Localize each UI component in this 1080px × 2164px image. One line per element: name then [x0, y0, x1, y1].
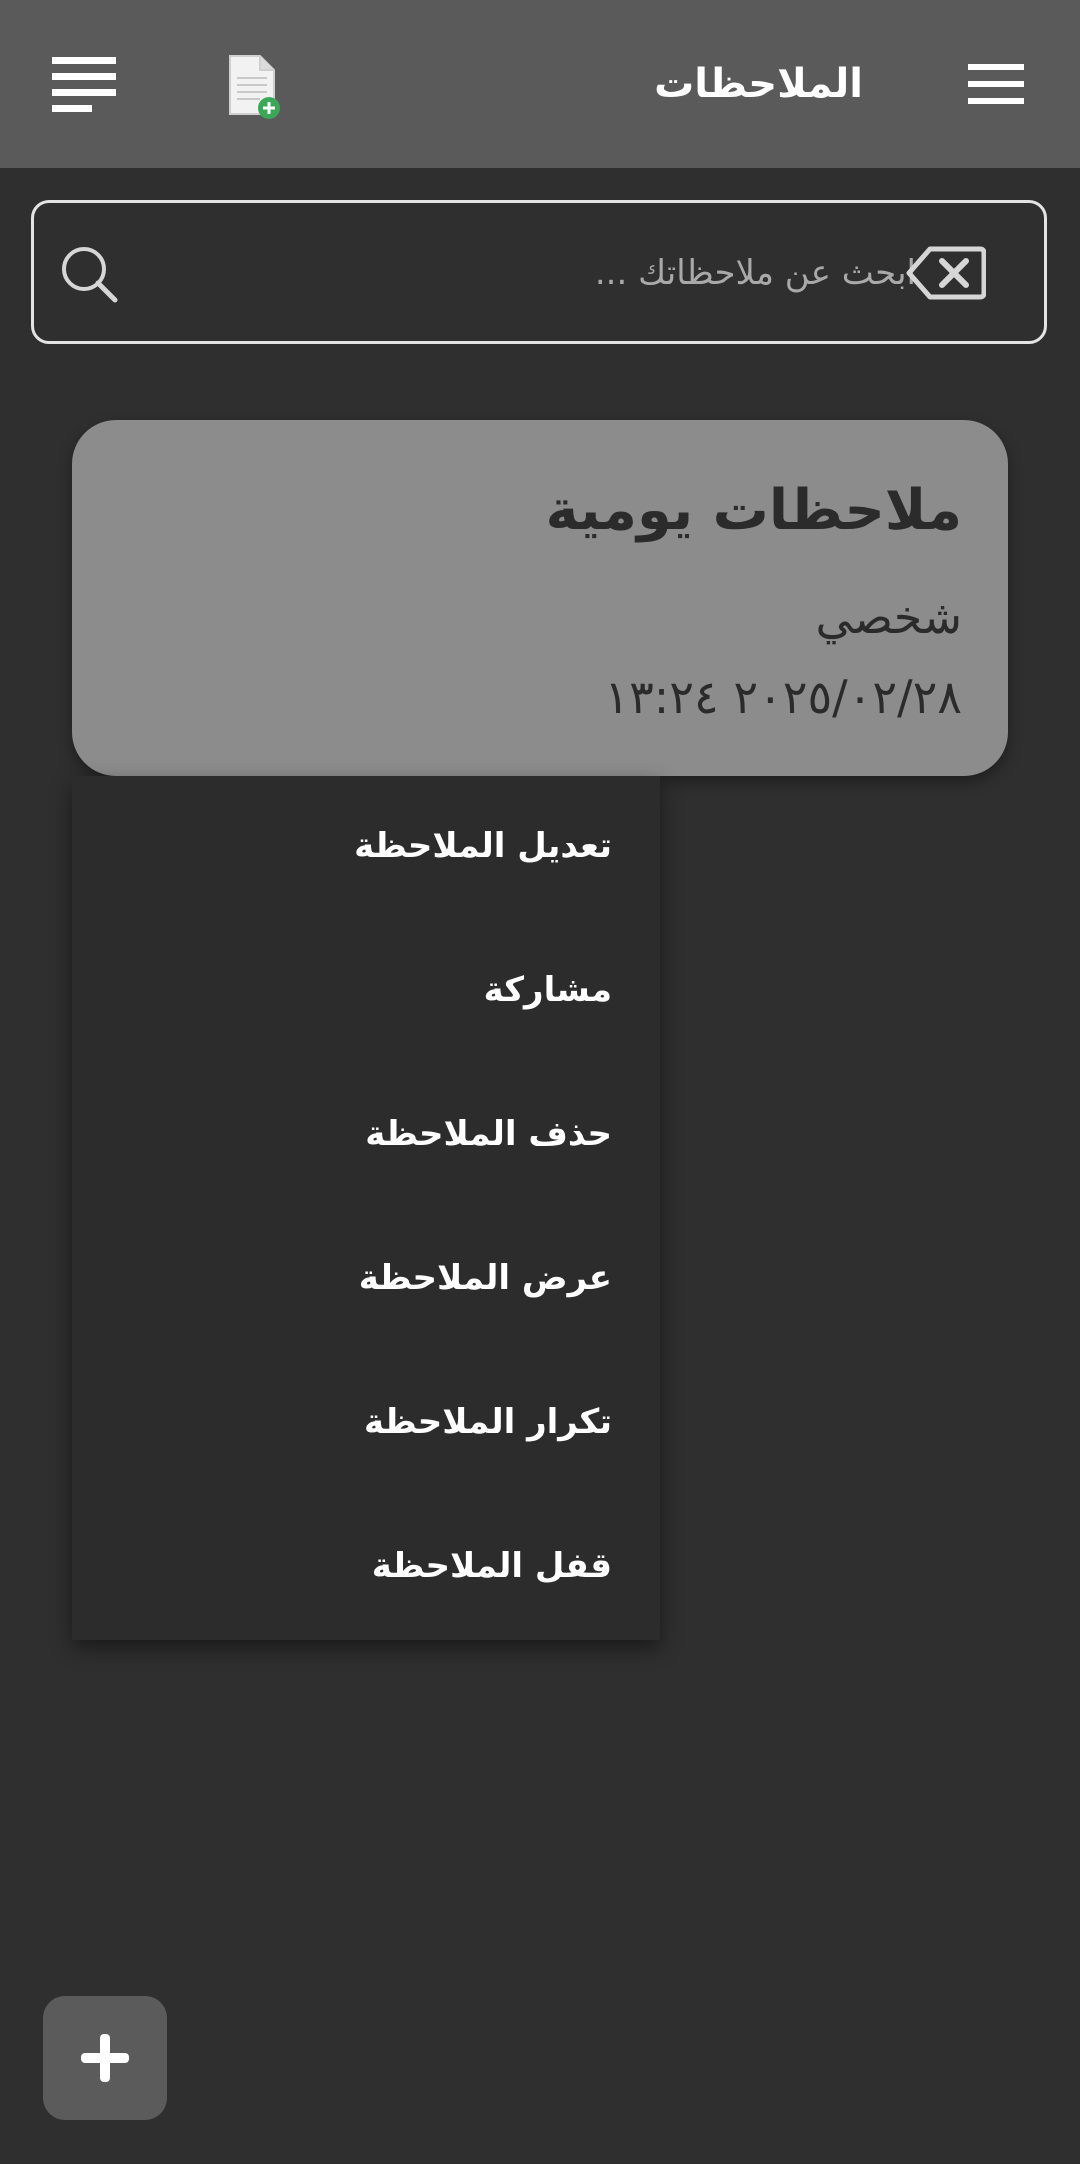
search-box [31, 200, 1047, 344]
new-note-icon[interactable] [226, 54, 284, 120]
menu-item-lock-note[interactable]: قفل الملاحظة [92, 1526, 612, 1606]
search-input[interactable] [144, 239, 918, 307]
menu-item-share[interactable]: مشاركة [92, 950, 612, 1030]
note-datetime: ٢٠٢٥/٠٢/٢٨ ١٣:٢٤ [604, 670, 962, 724]
page-title: الملاحظات [654, 61, 863, 107]
sort-icon[interactable] [52, 57, 116, 113]
note-card[interactable]: ملاحظات يومية شخصي ٢٠٢٥/٠٢/٢٨ ١٣:٢٤ [72, 420, 1008, 776]
menu-item-duplicate-note[interactable]: تكرار الملاحظة [92, 1382, 612, 1462]
menu-item-edit-note[interactable]: تعديل الملاحظة [92, 806, 612, 886]
app-bar: الملاحظات [0, 0, 1080, 168]
menu-item-delete-note[interactable]: حذف الملاحظة [92, 1094, 612, 1174]
add-note-button[interactable] [43, 1996, 167, 2120]
plus-icon-vertical [100, 2034, 110, 2082]
clear-input-icon[interactable] [906, 245, 987, 301]
menu-icon[interactable] [968, 64, 1024, 104]
notes-screen: الملاحظات ابحث عن ملاحظاتك ... ملاحظات ي… [0, 0, 1080, 2164]
note-title: ملاحظات يومية [545, 478, 962, 543]
note-category: شخصي [815, 590, 962, 644]
note-context-menu: تعديل الملاحظة مشاركة حذف الملاحظة عرض ا… [72, 776, 660, 1640]
menu-item-view-note[interactable]: عرض الملاحظة [92, 1238, 612, 1318]
search-icon[interactable] [60, 245, 120, 305]
